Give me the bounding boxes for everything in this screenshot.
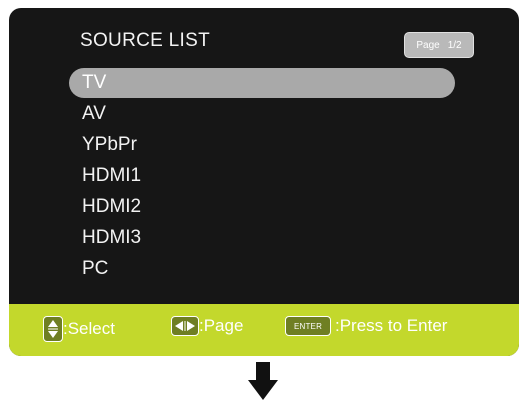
key-hint-bar: :Select :Page ENTER :Press to Enter — [9, 304, 519, 356]
source-list-menu: SOURCE LIST Page 1/2 TV AV YPbPr HDMI1 H… — [9, 8, 519, 356]
source-item-hdmi2[interactable]: HDMI2 — [69, 192, 455, 222]
left-right-arrows-icon — [171, 316, 199, 336]
source-item-hdmi1[interactable]: HDMI1 — [69, 161, 455, 191]
page-hint: :Page — [171, 316, 243, 336]
page-hint-label: :Page — [199, 316, 244, 335]
source-item-tv[interactable]: TV — [69, 68, 455, 98]
enter-hint-label: :Press to Enter — [335, 316, 448, 335]
source-item-hdmi3[interactable]: HDMI3 — [69, 223, 455, 253]
up-down-arrows-icon — [43, 316, 63, 342]
enter-key-icon: ENTER — [285, 316, 331, 336]
select-hint-label: :Select — [63, 319, 115, 338]
page-number: 1/2 — [447, 39, 462, 51]
page-indicator: Page 1/2 — [404, 32, 474, 58]
source-item-av[interactable]: AV — [69, 99, 455, 129]
menu-title: SOURCE LIST — [80, 30, 210, 51]
enter-hint: ENTER :Press to Enter — [285, 316, 447, 336]
down-arrow-icon — [248, 362, 278, 400]
source-item-ypbpr[interactable]: YPbPr — [69, 130, 455, 160]
select-hint: :Select — [43, 316, 115, 342]
source-item-pc[interactable]: PC — [69, 254, 455, 284]
page-label: Page — [416, 39, 440, 51]
